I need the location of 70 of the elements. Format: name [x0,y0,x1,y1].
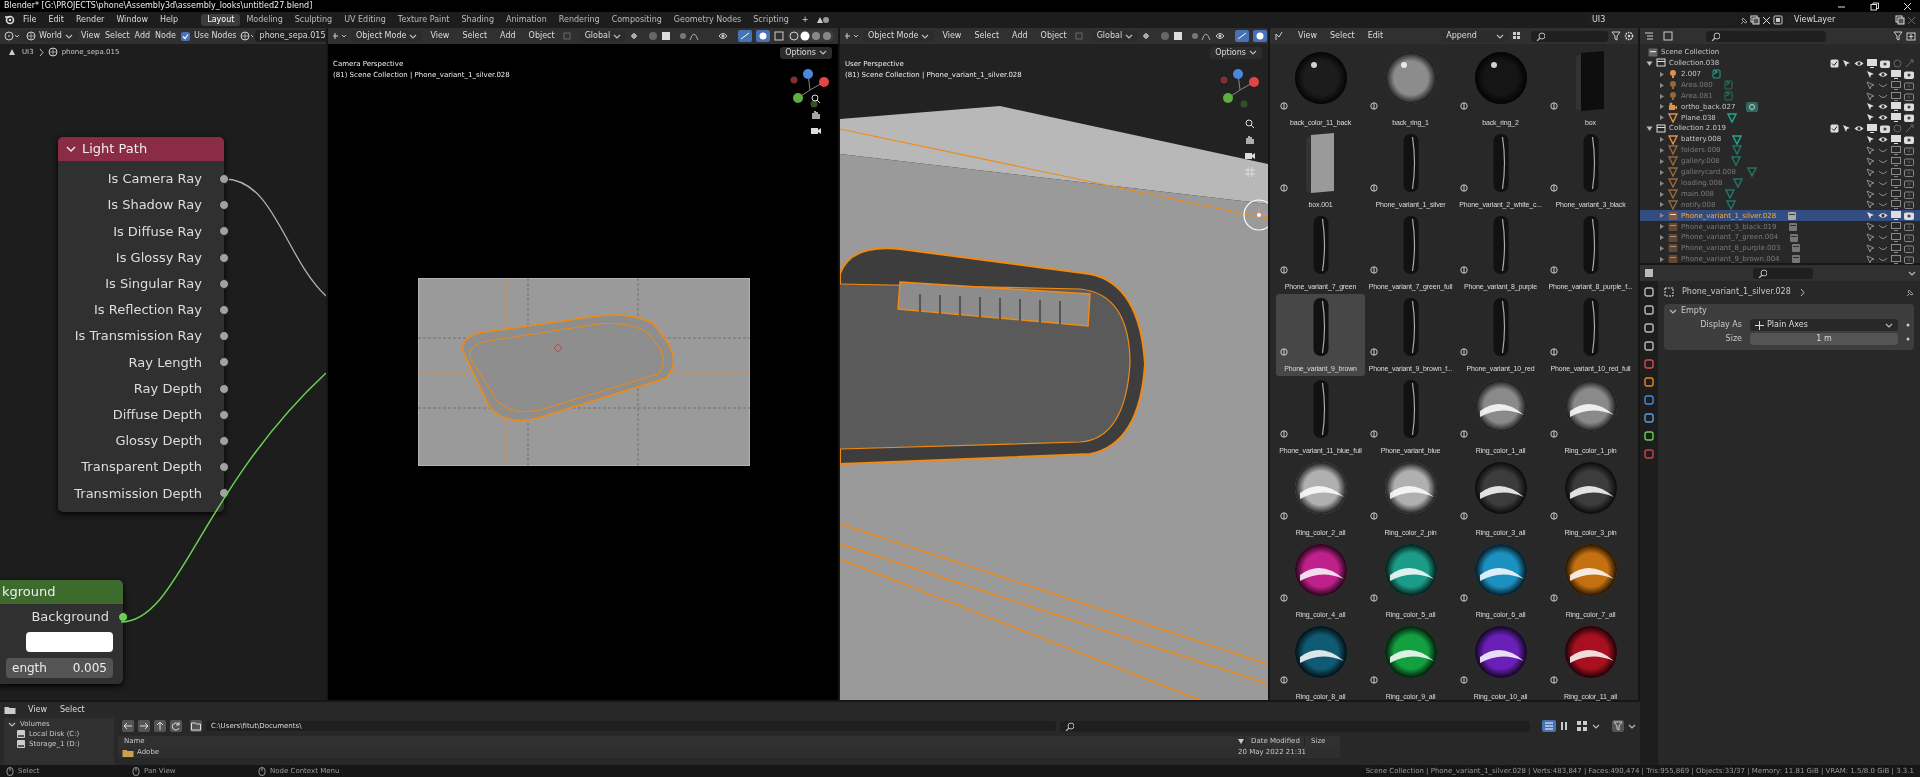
socket-label: Glossy Depth [115,433,202,449]
mode-dropdown[interactable]: Object Mode [863,30,935,42]
menu-item[interactable]: View [78,30,102,42]
checkbox-label[interactable]: Use Nodes [194,31,237,41]
socket-label: Is Diffuse Ray [113,223,202,240]
field-label: Display As [1699,320,1742,330]
menu-item[interactable]: Edit [43,14,69,26]
window-title: Blender* [G:\PROJECTS\phone\Assembly3d\assembly_looks\untitled27.blend] [4,1,313,11]
workspace-tab[interactable]: Compositing [605,14,668,26]
menu-item[interactable]: Render [70,14,110,26]
socket-label: Diffuse Depth [112,407,202,423]
node-title: Light Path [82,141,148,157]
menu-item[interactable]: View [23,704,52,716]
menu-item[interactable]: Add [495,30,521,42]
import-method-dropdown[interactable]: Append [1441,30,1510,42]
socket-label: Is Glossy Ray [115,249,202,266]
world-dropdown[interactable]: World [21,30,78,42]
socket-label: Transmission Depth [74,485,202,502]
length-field[interactable]: ength 0.005 [6,658,113,679]
socket-label: Is Transmission Ray [74,328,202,344]
workspace-tab[interactable]: Layout [201,14,241,26]
menu-item[interactable]: Edit [1362,30,1389,42]
menu-item[interactable]: Add [132,30,153,42]
menu-item[interactable]: Help [154,14,184,26]
workspace-tab[interactable]: Scripting [747,14,795,26]
workspace-tab[interactable]: Texture Paint [391,14,456,26]
field-label: Size [1724,334,1742,344]
panel-header[interactable]: Empty [1664,304,1914,318]
menu-item[interactable]: Select [457,30,493,42]
mode-dropdown[interactable]: Object Mode [351,30,423,42]
menu-item[interactable]: Select [102,30,132,42]
workspace-tab[interactable]: Geometry Nodes [667,14,748,26]
workspace-tab[interactable]: Shading [455,14,500,26]
menu-item[interactable]: Select [1325,30,1360,42]
workspace-tab[interactable]: Animation [500,14,553,26]
options-dropdown[interactable]: Options [780,47,832,59]
socket-label: Is Camera Ray [107,171,202,187]
node-header[interactable]: kground [0,580,123,604]
orientation-dropdown[interactable]: Global [579,30,627,42]
workspace-tab[interactable]: Sculpting [288,14,339,26]
socket-label: Is Singular Ray [105,276,202,292]
socket-label: Is Reflection Ray [94,302,202,318]
world-name-field[interactable]: phone_sepa.015 [254,30,326,42]
socket-label: Ray Length [128,354,202,371]
menu-item[interactable]: Select [969,30,1005,42]
node-title: kground [2,584,56,600]
workspace-tab[interactable]: UV Editing [338,14,392,26]
socket-label: Is Shadow Ray [107,197,202,214]
menu-item[interactable]: View [1293,30,1322,42]
options-dropdown[interactable]: Options [1210,47,1262,59]
add-workspace-button[interactable]: + [796,14,814,26]
menu-item[interactable]: Node [153,30,178,42]
menu-item[interactable]: View [425,30,455,42]
orientation-dropdown[interactable]: Global [1091,30,1139,42]
node-header[interactable]: Light Path [58,137,224,161]
menu-item[interactable]: Add [1007,30,1033,42]
menu-item[interactable]: Window [111,14,153,26]
number-field[interactable]: 1 m [1750,333,1898,345]
menu-item[interactable]: File [18,14,42,26]
workspace-tab[interactable]: Modeling [240,14,289,26]
menu-item[interactable]: Select [55,704,90,716]
display-as-dropdown[interactable]: Plain Axes [1750,319,1898,331]
object-name: Phone_variant_1_silver.028 [1682,287,1791,297]
menu-item[interactable]: Object [523,30,560,42]
workspace-tab[interactable]: Rendering [552,14,606,26]
menu-item[interactable]: Object [1035,30,1072,42]
socket-label: Ray Depth [133,380,202,397]
socket-label: Background [31,609,109,625]
socket-label: Transparent Depth [81,459,202,475]
menu-item[interactable]: View [937,30,967,42]
